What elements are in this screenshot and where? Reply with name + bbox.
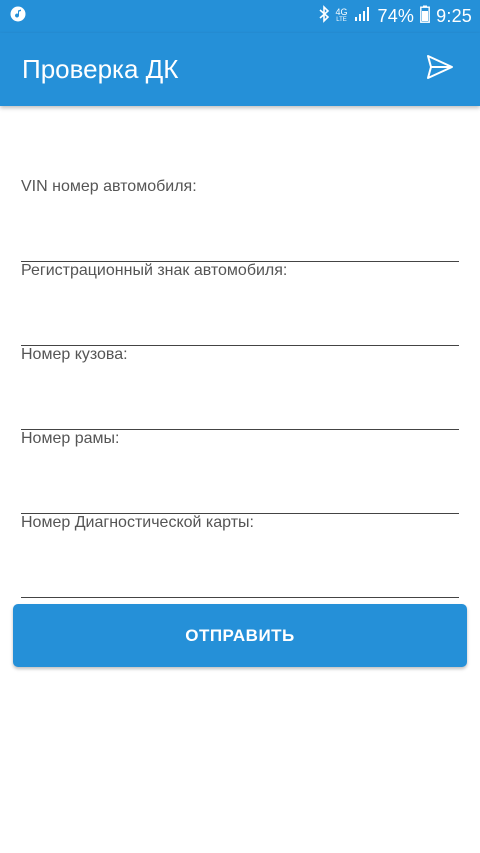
music-note-icon xyxy=(10,6,26,27)
status-bar: 4G LTE 74% 9:25 xyxy=(0,0,480,33)
diag-card-input[interactable] xyxy=(21,562,459,598)
diag-card-label: Номер Диагностической карты: xyxy=(21,514,254,531)
form-top-spacer xyxy=(21,106,459,178)
reg-plate-field: Регистрационный знак автомобиля: xyxy=(21,262,459,346)
signal-icon xyxy=(354,6,372,27)
reg-plate-input[interactable] xyxy=(21,310,459,346)
status-right: 4G LTE 74% 9:25 xyxy=(318,5,473,28)
submit-button[interactable]: ОТПРАВИТЬ xyxy=(13,604,467,667)
app-bar: Проверка ДК xyxy=(0,33,480,106)
clock: 9:25 xyxy=(436,6,472,26)
frame-number-input[interactable] xyxy=(21,478,459,514)
bluetooth-icon xyxy=(318,5,330,28)
dk-check-form: VIN номер автомобиля: Регистрационный зн… xyxy=(21,106,459,598)
send-button[interactable] xyxy=(422,52,458,88)
status-left xyxy=(10,6,26,27)
diag-card-field: Номер Диагностической карты: xyxy=(21,514,459,598)
network-type-indicator: 4G LTE xyxy=(335,6,348,24)
network-type-bottom: LTE xyxy=(336,16,347,23)
body-number-input[interactable] xyxy=(21,394,459,430)
frame-number-field: Номер рамы: xyxy=(21,430,459,514)
frame-number-label: Номер рамы: xyxy=(21,430,120,447)
body-number-field: Номер кузова: xyxy=(21,346,459,430)
vin-field: VIN номер автомобиля: xyxy=(21,178,459,262)
vin-label: VIN номер автомобиля: xyxy=(21,178,197,195)
body-number-label: Номер кузова: xyxy=(21,346,128,363)
page-title: Проверка ДК xyxy=(22,54,179,84)
battery-icon xyxy=(420,5,431,28)
vin-input[interactable] xyxy=(21,226,459,262)
send-icon xyxy=(426,54,454,85)
battery-percent: 74% xyxy=(377,6,415,26)
network-type-top: 4G xyxy=(335,6,348,17)
reg-plate-label: Регистрационный знак автомобиля: xyxy=(21,262,288,279)
